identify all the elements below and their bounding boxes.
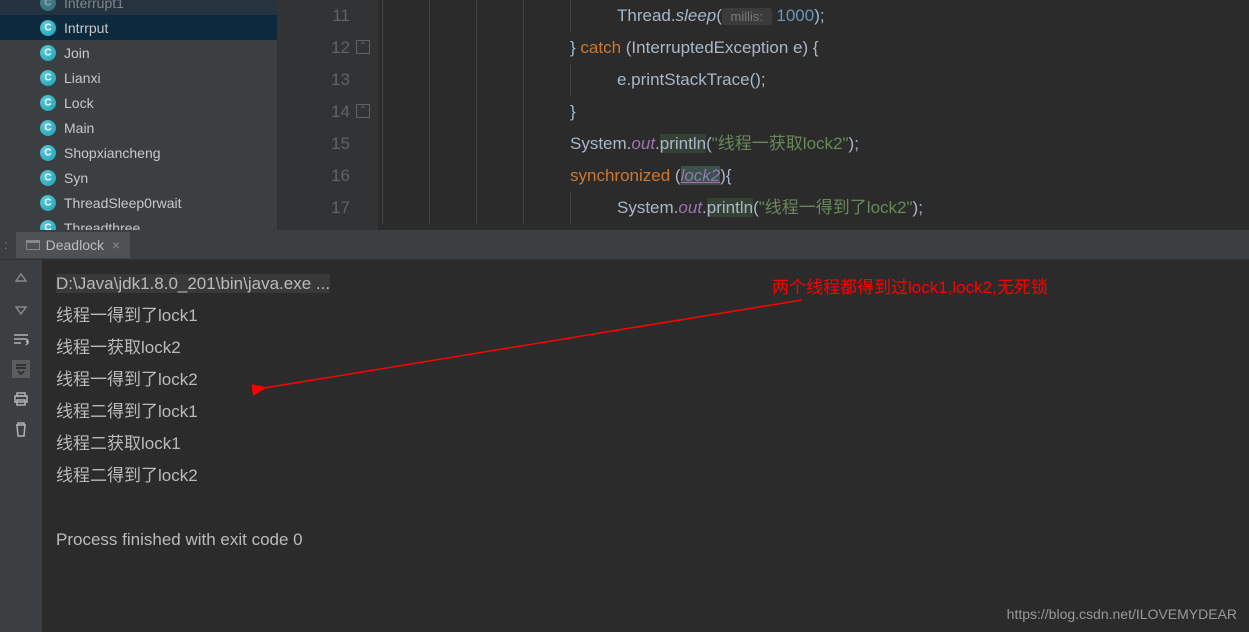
console-line: 线程一获取lock2: [56, 332, 1235, 364]
trash-icon[interactable]: [12, 420, 30, 438]
line-gutter: 1112⌃1314⌃151617: [278, 0, 378, 230]
print-icon[interactable]: [12, 390, 30, 408]
tree-item-main[interactable]: Main: [0, 115, 277, 140]
console-line: 线程二获取lock1: [56, 428, 1235, 460]
tree-item-threadsleep0rwait[interactable]: ThreadSleep0rwait: [0, 190, 277, 215]
tree-item-join[interactable]: Join: [0, 40, 277, 65]
class-icon: [40, 95, 56, 111]
code-line[interactable]: e.printStackTrace();: [382, 64, 1249, 96]
tree-item-label: Shopxiancheng: [64, 145, 161, 161]
code-line[interactable]: synchronized (lock2){: [382, 160, 1249, 192]
up-arrow-icon[interactable]: [12, 270, 30, 288]
tree-item-label: Lianxi: [64, 70, 101, 86]
line-number: 11: [278, 0, 350, 32]
class-icon: [40, 70, 56, 86]
line-number: 12⌃: [278, 32, 350, 64]
code-line[interactable]: System.out.println("线程一得到了lock2");: [382, 192, 1249, 224]
line-number: 17: [278, 192, 350, 224]
tree-item-label: Intrrput: [64, 20, 108, 36]
fold-icon[interactable]: ⌃: [356, 104, 370, 118]
console-toolbar: [0, 260, 42, 632]
run-tool-window: : Deadlock × D:\Java\jdk1.8.0_201\bin\ja…: [0, 230, 1249, 632]
project-tree[interactable]: Interrupt1 Intrrput Join Lianxi Lock Main Shop…: [0, 0, 278, 230]
tree-item-syn[interactable]: Syn: [0, 165, 277, 190]
class-icon: [40, 20, 56, 36]
console-output[interactable]: D:\Java\jdk1.8.0_201\bin\java.exe ...线程一…: [42, 260, 1249, 632]
line-number: 15: [278, 128, 350, 160]
code-line[interactable]: Thread.sleep( millis: 1000);: [382, 0, 1249, 32]
line-number: 16: [278, 160, 350, 192]
tree-item-lianxi[interactable]: Lianxi: [0, 65, 277, 90]
console-line: 线程一得到了lock1: [56, 300, 1235, 332]
code-line[interactable]: System.out.println("线程一获取lock2");: [382, 128, 1249, 160]
run-label: :: [4, 237, 8, 252]
console-icon: [26, 240, 40, 250]
tree-item-shopxiancheng[interactable]: Shopxiancheng: [0, 140, 277, 165]
console-line: 线程二得到了lock1: [56, 396, 1235, 428]
console-command: D:\Java\jdk1.8.0_201\bin\java.exe ...: [56, 268, 1235, 300]
line-number: 13: [278, 64, 350, 96]
tree-item-intrrput[interactable]: Intrrput: [0, 15, 277, 40]
console-line: 线程一得到了lock2: [56, 364, 1235, 396]
tree-item-label: Join: [64, 45, 90, 61]
code-area[interactable]: Thread.sleep( millis: 1000);} catch (Int…: [378, 0, 1249, 230]
run-tab-label: Deadlock: [46, 237, 104, 253]
class-icon: [40, 170, 56, 186]
console-line: [56, 492, 1235, 524]
code-line[interactable]: }: [382, 96, 1249, 128]
run-tab-deadlock[interactable]: Deadlock ×: [16, 232, 131, 258]
tree-item-label: Lock: [64, 95, 94, 111]
tree-item-lock[interactable]: Lock: [0, 90, 277, 115]
line-number: 14⌃: [278, 96, 350, 128]
tree-item-label: ThreadSleep0rwait: [64, 195, 182, 211]
class-icon: [40, 220, 56, 231]
wrap-icon[interactable]: [12, 330, 30, 348]
class-icon: [40, 195, 56, 211]
down-arrow-icon[interactable]: [12, 300, 30, 318]
console-line: 线程二得到了lock2: [56, 460, 1235, 492]
scroll-end-icon[interactable]: [12, 360, 30, 378]
code-editor[interactable]: 1112⌃1314⌃151617 Thread.sleep( millis: 1…: [278, 0, 1249, 230]
close-icon[interactable]: ×: [112, 237, 120, 253]
run-tabs[interactable]: : Deadlock ×: [0, 230, 1249, 260]
console-line: Process finished with exit code 0: [56, 524, 1235, 556]
class-icon: [40, 120, 56, 136]
tree-item-label: Syn: [64, 170, 88, 186]
tree-item-label: Main: [64, 120, 94, 136]
class-icon: [40, 145, 56, 161]
class-icon: [40, 45, 56, 61]
tree-item-interrupt1[interactable]: Interrupt1: [0, 0, 277, 15]
tree-item-label: Interrupt1: [64, 0, 124, 11]
tree-item-threadthree[interactable]: Threadthree: [0, 215, 277, 230]
watermark: https://blog.csdn.net/ILOVEMYDEAR: [1007, 606, 1237, 622]
code-line[interactable]: } catch (InterruptedException e) {: [382, 32, 1249, 64]
class-icon: [40, 0, 56, 11]
annotation-text: 两个线程都得到过lock1,lock2,无死锁: [772, 272, 1048, 304]
fold-icon[interactable]: ⌃: [356, 40, 370, 54]
tree-item-label: Threadthree: [64, 220, 140, 231]
